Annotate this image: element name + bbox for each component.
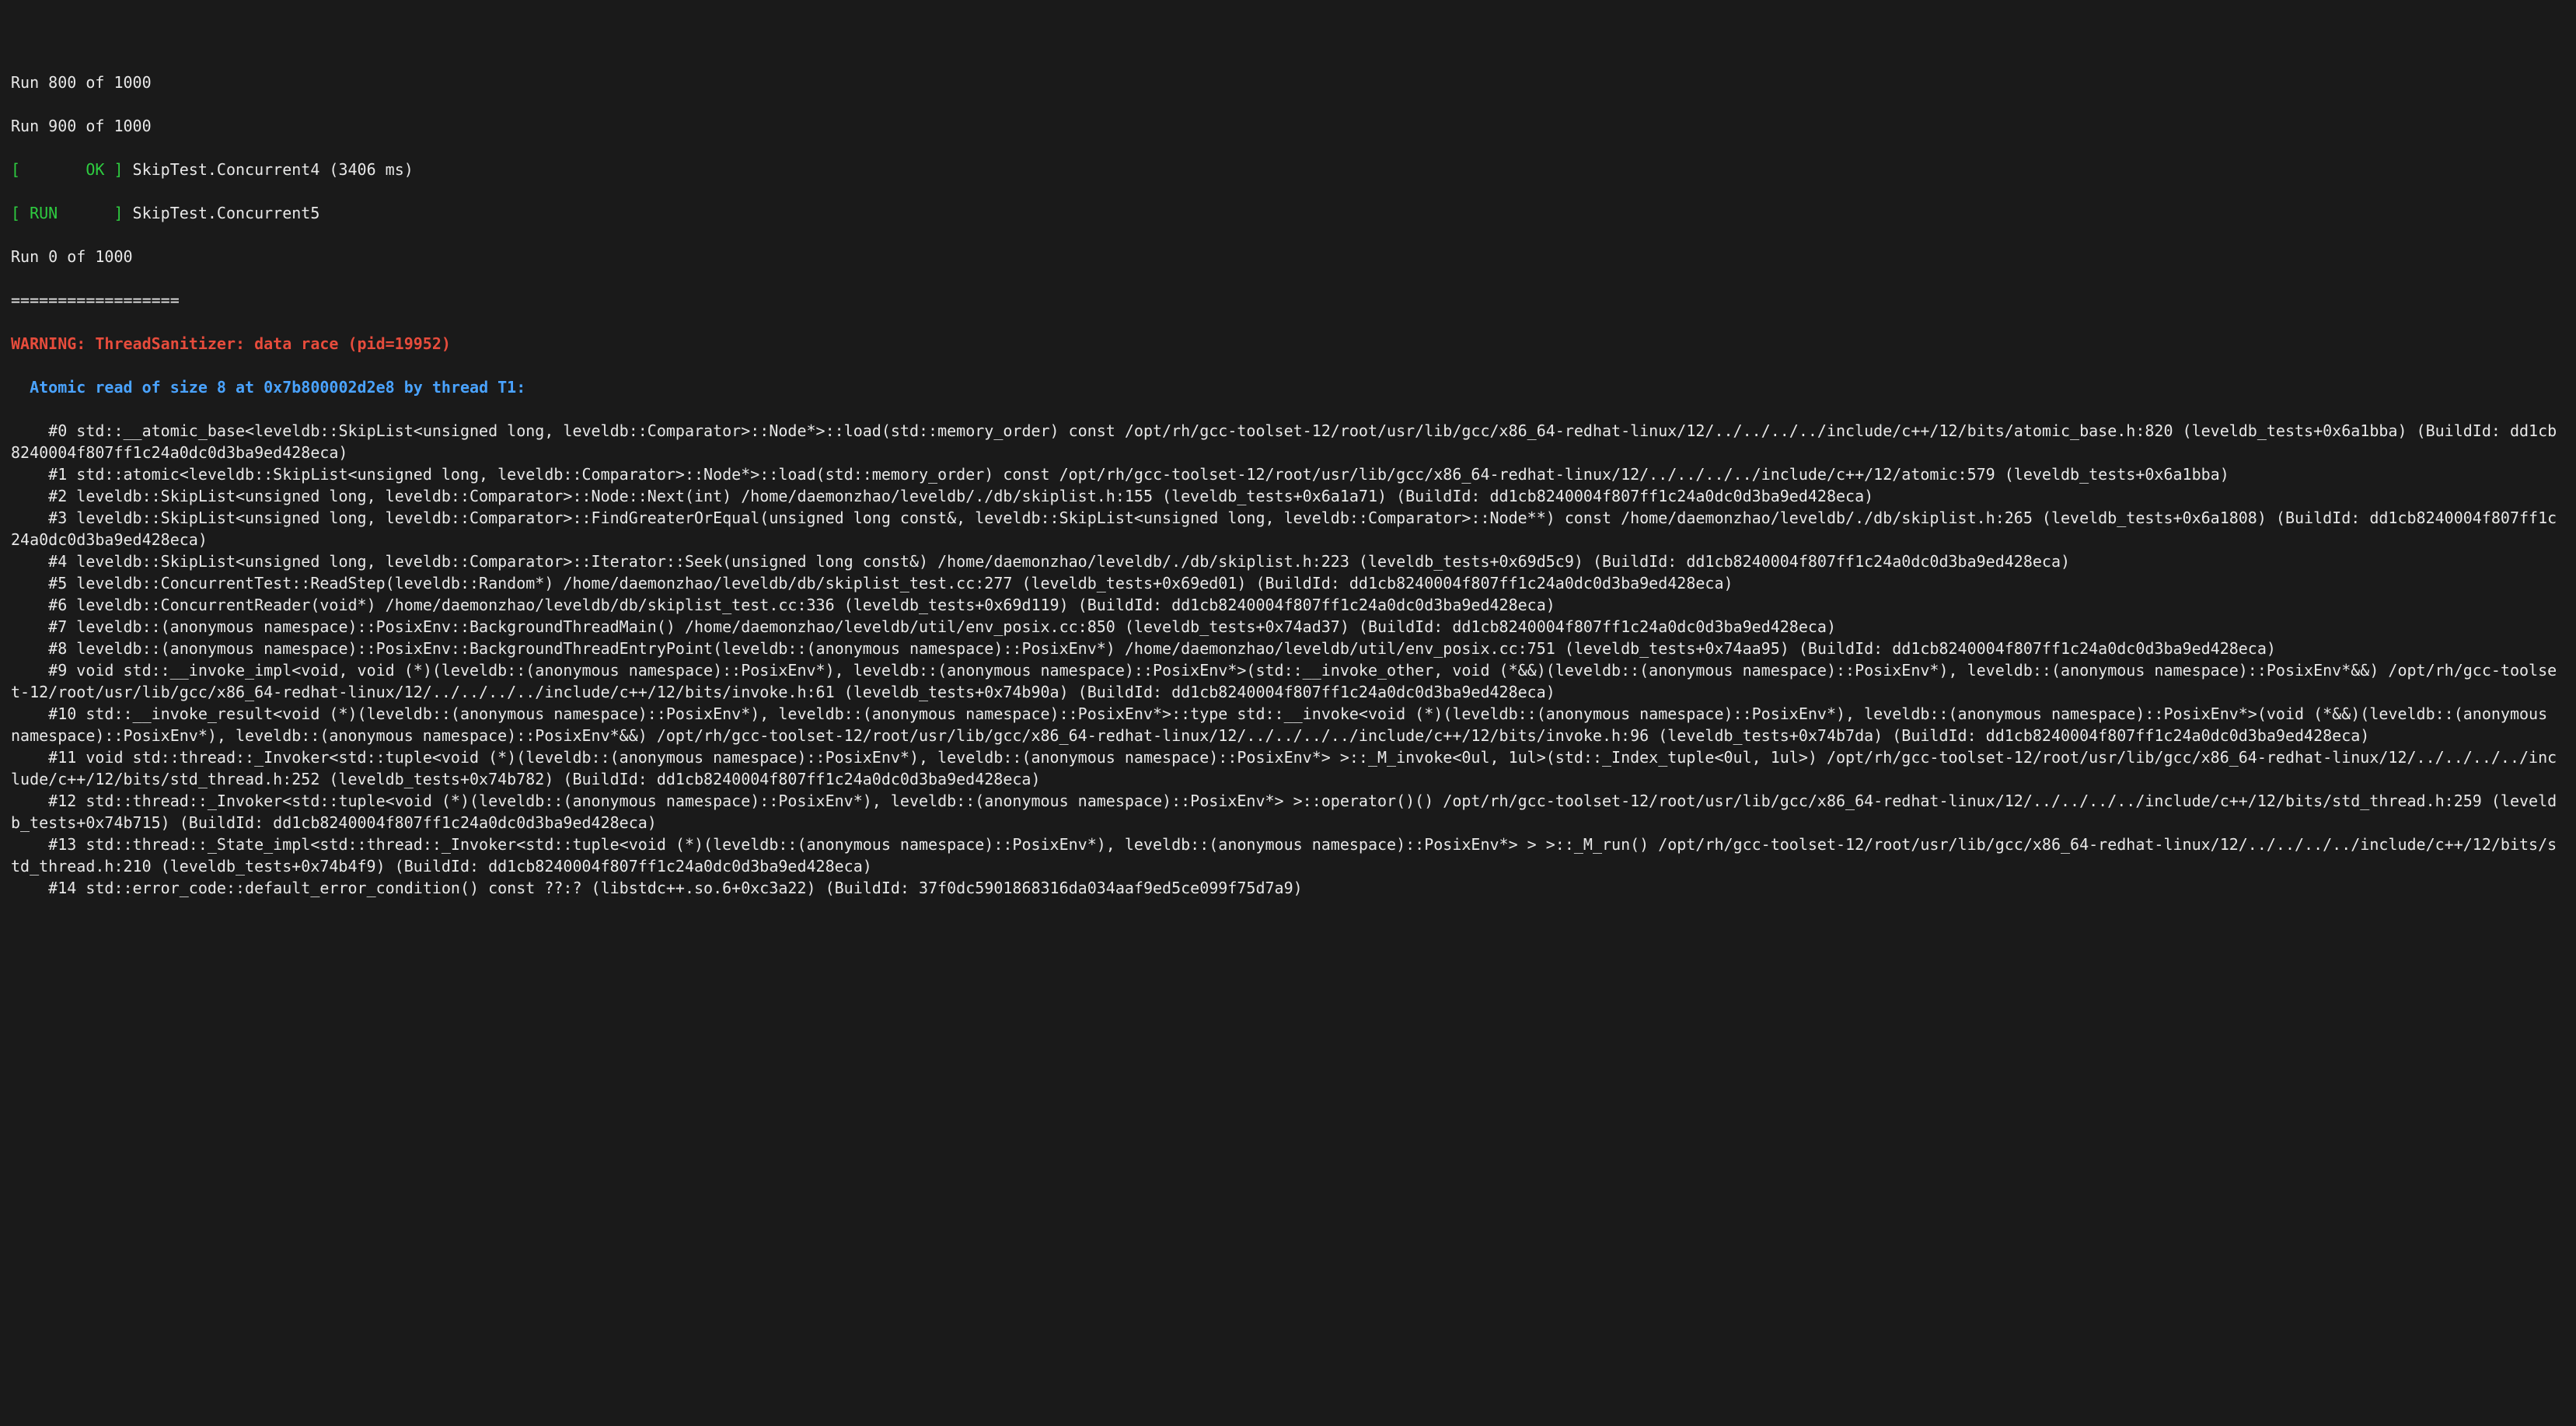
stack-frame: #13 std::thread::_State_impl<std::thread… xyxy=(11,834,2565,877)
stack-trace: #0 std::__atomic_base<leveldb::SkipList<… xyxy=(11,420,2565,899)
divider: ================== xyxy=(11,289,2565,311)
status-bracket-run: [ RUN ] xyxy=(11,204,124,222)
stack-frame: #4 leveldb::SkipList<unsigned long, leve… xyxy=(11,550,2565,572)
progress-line: Run 900 of 1000 xyxy=(11,115,2565,137)
stack-frame: #7 leveldb::(anonymous namespace)::Posix… xyxy=(11,616,2565,638)
progress-line: Run 0 of 1000 xyxy=(11,246,2565,267)
stack-frame: #0 std::__atomic_base<leveldb::SkipList<… xyxy=(11,420,2565,463)
test-ok-line: [ OK ] SkipTest.Concurrent4 (3406 ms) xyxy=(11,159,2565,180)
test-ok-label: SkipTest.Concurrent4 (3406 ms) xyxy=(124,160,414,179)
status-bracket-ok: [ OK ] xyxy=(11,160,124,179)
stack-frame: #9 void std::__invoke_impl<void, void (*… xyxy=(11,659,2565,703)
stack-frame: #1 std::atomic<leveldb::SkipList<unsigne… xyxy=(11,463,2565,485)
test-run-label: SkipTest.Concurrent5 xyxy=(124,204,320,222)
stack-frame: #6 leveldb::ConcurrentReader(void*) /hom… xyxy=(11,594,2565,616)
stack-frame: #10 std::__invoke_result<void (*)(leveld… xyxy=(11,703,2565,746)
stack-frame: #2 leveldb::SkipList<unsigned long, leve… xyxy=(11,485,2565,507)
stack-frame: #5 leveldb::ConcurrentTest::ReadStep(lev… xyxy=(11,572,2565,594)
tsan-warning-line: WARNING: ThreadSanitizer: data race (pid… xyxy=(11,333,2565,355)
stack-frame: #3 leveldb::SkipList<unsigned long, leve… xyxy=(11,507,2565,550)
stack-frame: #8 leveldb::(anonymous namespace)::Posix… xyxy=(11,638,2565,659)
progress-line: Run 800 of 1000 xyxy=(11,72,2565,93)
test-run-line: [ RUN ] SkipTest.Concurrent5 xyxy=(11,202,2565,224)
stack-frame: #14 std::error_code::default_error_condi… xyxy=(11,877,2565,899)
stack-frame: #11 void std::thread::_Invoker<std::tupl… xyxy=(11,746,2565,790)
tsan-read-header: Atomic read of size 8 at 0x7b800002d2e8 … xyxy=(11,376,2565,398)
stack-frame: #12 std::thread::_Invoker<std::tuple<voi… xyxy=(11,790,2565,834)
